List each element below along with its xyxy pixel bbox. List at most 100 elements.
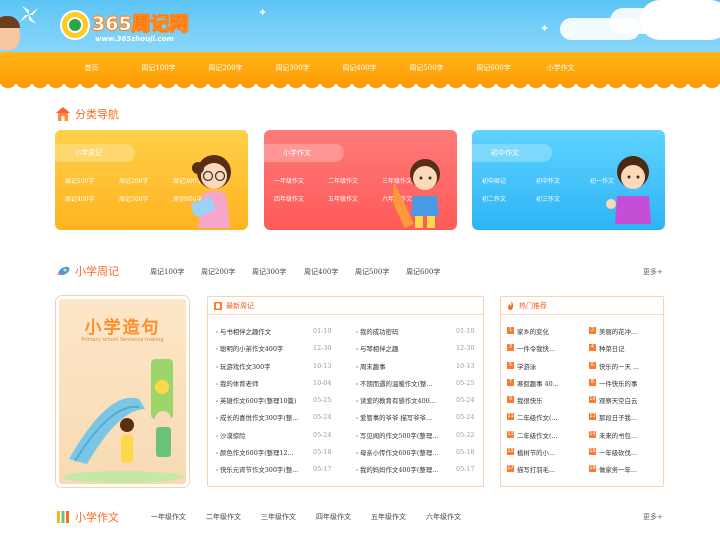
card-label[interactable]: 小学周记 xyxy=(55,144,135,162)
news-item-link[interactable]: 与书相伴之趣作文 xyxy=(220,327,312,336)
hot-item-link[interactable]: 植树节的小... xyxy=(517,448,579,457)
hot-item-link[interactable]: 做家务一年... xyxy=(599,465,661,474)
hot-item-link[interactable]: 二年级作文(... xyxy=(517,431,579,440)
news-item-link[interactable]: 聪明的小弟作文400字 xyxy=(220,344,312,353)
composition-link[interactable]: 四年级作文 xyxy=(316,512,371,522)
book-cover-image[interactable]: 小学造句 Primary school Sentence making xyxy=(56,296,189,487)
news-item-date: 05-25 xyxy=(456,378,475,387)
hot-item-link[interactable]: 快乐的一天 ... xyxy=(599,362,661,371)
composition-link[interactable]: 二年级作文 xyxy=(206,512,261,522)
card-link[interactable]: 初二作文 xyxy=(482,194,536,203)
card-link[interactable]: 周记500字 xyxy=(119,194,173,203)
card-link[interactable]: 周记200字 xyxy=(119,176,173,185)
hot-item-link[interactable]: 一年级砍伐... xyxy=(599,448,661,457)
news-item-link[interactable]: 我的妈妈作文400字(整理... xyxy=(360,465,452,474)
news-item-link[interactable]: 周末趣事 xyxy=(360,362,452,371)
nav-item-diary-200[interactable]: 周记200字 xyxy=(192,63,259,73)
diary-link[interactable]: 周记200字 xyxy=(201,267,252,277)
news-item-link[interactable]: 颜色作文600字(整理12... xyxy=(220,448,312,457)
site-url: www.365zhouji.com xyxy=(95,35,174,43)
nav-item-diary-600[interactable]: 周记600字 xyxy=(460,63,527,73)
logo-badge-icon[interactable] xyxy=(60,10,90,40)
news-item-link[interactable]: 与琴相伴之趣 xyxy=(360,344,452,353)
news-item-link[interactable]: 我的成功密码 xyxy=(360,327,452,336)
nav-item-diary-400[interactable]: 周记400字 xyxy=(326,63,393,73)
card-label[interactable]: 小学作文 xyxy=(264,144,344,162)
nav-item-diary-500[interactable]: 周记500字 xyxy=(393,63,460,73)
hot-item-link[interactable]: 寒假趣事 40... xyxy=(517,379,579,388)
diary-more-link[interactable]: 更多+ xyxy=(643,267,663,277)
card-link[interactable]: 二年级作文 xyxy=(328,176,382,185)
cover-title: 小学造句 xyxy=(84,318,161,338)
list-bullet xyxy=(356,434,358,437)
card-link[interactable]: 初三作文 xyxy=(536,194,590,203)
card-link[interactable]: 一年级作文 xyxy=(274,176,328,185)
composition-link[interactable]: 一年级作文 xyxy=(151,512,206,522)
rank-badge: 9 xyxy=(507,396,514,404)
list-bullet xyxy=(356,469,358,472)
rocket-icon xyxy=(55,263,71,279)
news-item-link[interactable]: 母亲小传作文600字(整理... xyxy=(360,448,452,457)
card-link[interactable]: 周记400字 xyxy=(65,194,119,203)
diary-link[interactable]: 周记400字 xyxy=(304,267,355,277)
nav-item-diary-100[interactable]: 周记100字 xyxy=(125,63,192,73)
site-logo[interactable]: 365周记网 xyxy=(92,9,189,36)
news-item-link[interactable]: 玩游戏作文300字 xyxy=(220,362,312,371)
hot-item-link[interactable]: 那段日子我... xyxy=(599,413,661,422)
list-bullet xyxy=(216,452,218,455)
news-item-link[interactable]: 写见闻的作文500字(整理... xyxy=(360,431,452,440)
hot-item-link[interactable]: 描写打羽毛... xyxy=(517,465,579,474)
news-item-link[interactable]: 不期而遇的温暖作文(整... xyxy=(360,379,452,388)
hot-item-link[interactable]: 二年级作文(... xyxy=(517,413,579,422)
news-item-link[interactable]: 成长的喜悦作文300字(整... xyxy=(220,413,312,422)
news-item-date: 12-30 xyxy=(313,344,332,353)
hot-item-link[interactable]: 一件令我快... xyxy=(517,344,579,353)
card-link[interactable]: 五年级作文 xyxy=(328,194,382,203)
news-item-link[interactable]: 快乐元宵节作文300字(整... xyxy=(220,465,312,474)
news-item-date: 05-24 xyxy=(313,430,332,439)
card-link[interactable]: 初中作文 xyxy=(536,176,590,185)
list-bullet xyxy=(216,434,218,437)
news-item-date: 01-10 xyxy=(313,327,332,335)
category-card-junior: 初中作文 初中周记 初中作文 初一作文 初二作文 初三作文 xyxy=(472,130,665,230)
nav-item-home[interactable]: 首页 xyxy=(58,63,125,73)
hot-item-link[interactable]: 一件快乐的事 xyxy=(599,379,661,388)
news-item-link[interactable]: 我的体育老师 xyxy=(220,379,312,388)
nav-item-composition[interactable]: 小学作文 xyxy=(527,63,594,73)
news-item-date: 10-13 xyxy=(456,361,475,370)
hot-item-link[interactable]: 观察天空白云 xyxy=(599,396,661,405)
card-label[interactable]: 初中作文 xyxy=(472,144,552,162)
card-link[interactable]: 初中周记 xyxy=(482,176,536,185)
diary-link[interactable]: 周记100字 xyxy=(150,267,201,277)
card-link[interactable]: 四年级作文 xyxy=(274,194,328,203)
news-item-link[interactable]: 读爱的教育有感作文400... xyxy=(360,396,452,405)
list-bullet xyxy=(356,331,358,333)
panel-title: 热门推荐 xyxy=(519,301,547,310)
list-bullet xyxy=(356,348,358,351)
composition-link[interactable]: 六年级作文 xyxy=(426,512,481,522)
news-item-link[interactable]: 英雄作文600字(整理10篇) xyxy=(220,396,312,405)
composition-link[interactable]: 五年级作文 xyxy=(371,512,426,522)
news-item-link[interactable]: 沙漠惊险 xyxy=(220,431,312,440)
girl-glasses-illustration xyxy=(191,155,231,228)
diary-link[interactable]: 周记600字 xyxy=(406,267,457,277)
hot-item-link[interactable]: 我很快乐 xyxy=(517,396,579,405)
diary-link[interactable]: 周记300字 xyxy=(252,267,304,277)
composition-sub-links: 一年级作文 二年级作文 三年级作文 四年级作文 五年级作文 六年级作文 xyxy=(151,512,481,522)
hot-item-link[interactable]: 种菜日记 xyxy=(599,344,661,353)
hot-item-link[interactable]: 学游泳 xyxy=(517,362,579,371)
hot-row: 9 我很快乐 10 观察天空白云 xyxy=(507,396,659,413)
section-title: 小学周记 xyxy=(75,265,119,278)
composition-link[interactable]: 三年级作文 xyxy=(261,512,316,522)
news-item-date: 05-24 xyxy=(456,396,475,405)
hot-item-link[interactable]: 家乡的变化 xyxy=(517,327,579,336)
news-item-link[interactable]: 爱管事的爷爷 描写爷爷... xyxy=(360,413,452,422)
rank-badge: 12 xyxy=(589,413,596,421)
composition-more-link[interactable]: 更多+ xyxy=(643,512,663,522)
card-link[interactable]: 周记100字 xyxy=(65,176,119,185)
hot-item-link[interactable]: 未来的书包... xyxy=(599,431,661,440)
hot-item-link[interactable]: 美丽的花冲... xyxy=(599,327,661,336)
nav-item-diary-300[interactable]: 周记300字 xyxy=(259,63,326,73)
boy-pencil-illustration xyxy=(393,159,440,228)
diary-link[interactable]: 周记500字 xyxy=(355,267,406,277)
